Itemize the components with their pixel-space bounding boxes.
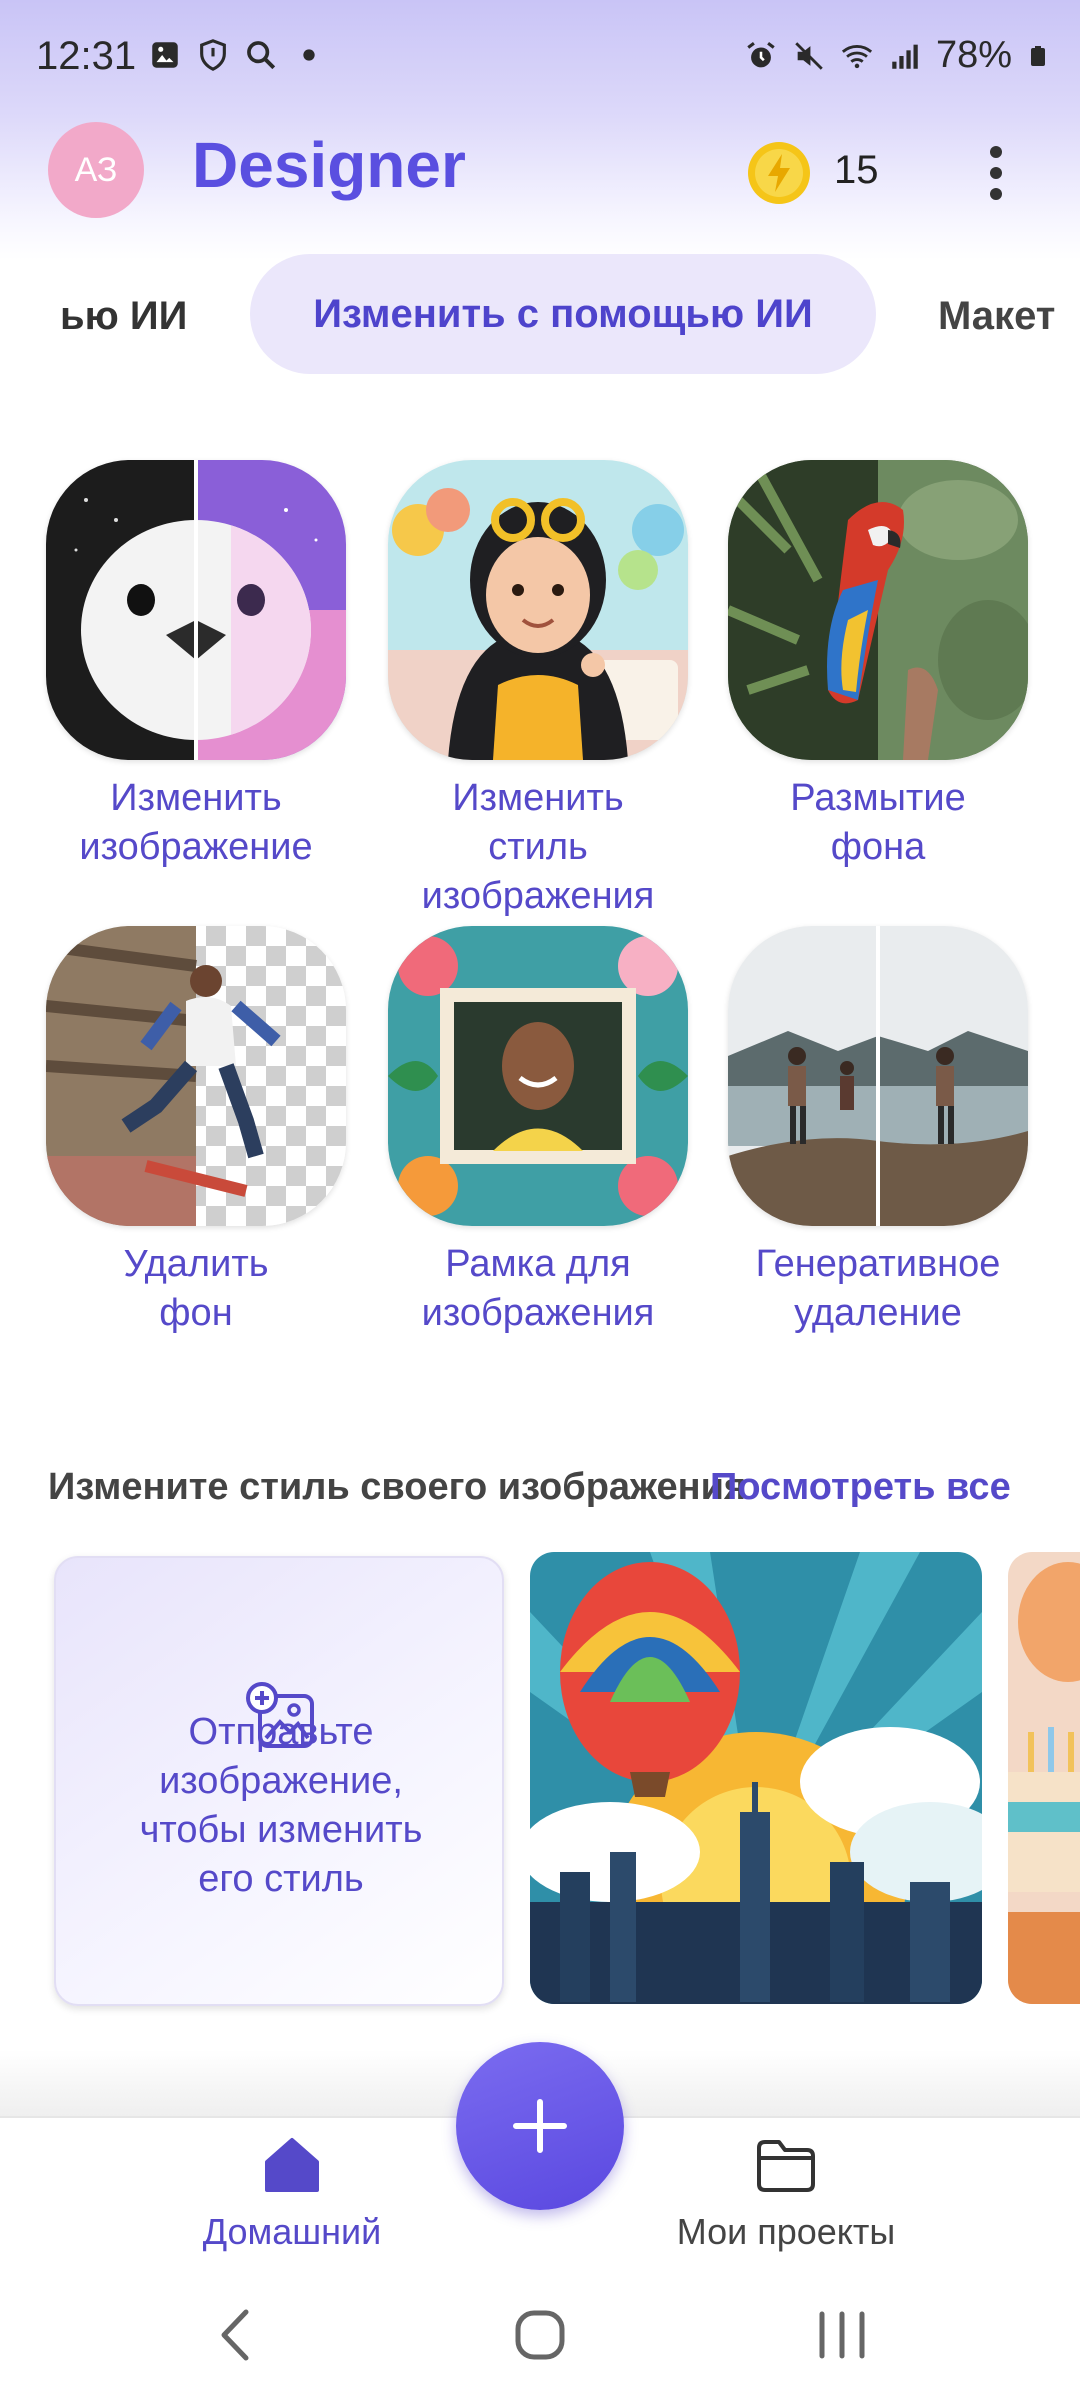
tool-label-line: фон (159, 1292, 233, 1334)
nav-my-projects-label: Мои проекты (676, 2211, 896, 2252)
tool-label-line: удаление (794, 1292, 962, 1334)
style-preset-clay-card[interactable] (1008, 1552, 1080, 2004)
home-circle-icon[interactable] (500, 2300, 580, 2370)
image-frame-thumbnail (388, 926, 688, 1226)
see-all-link[interactable]: Посмотреть все (710, 1466, 1011, 1509)
blur-background-thumbnail (728, 460, 1028, 760)
avatar[interactable]: АЗ (48, 122, 144, 218)
tool-label-line: Удалить (123, 1243, 269, 1285)
home-icon (265, 2138, 319, 2192)
tool-label-line: изображения (421, 1292, 655, 1334)
tool-label-line: фона (830, 826, 926, 868)
status-notification-icons (148, 38, 326, 72)
blur-background-label: Размытие фона (728, 774, 1028, 872)
tool-label-line: Изменить (110, 777, 282, 819)
upload-instructions: Отправьте изображение, чтобы изменить ег… (86, 1708, 476, 1904)
nav-home[interactable]: Домашний (132, 2130, 452, 2253)
tool-label-line: Изменить (452, 777, 624, 819)
tool-restyle-image[interactable]: Изменить стиль изображения (388, 460, 688, 921)
plus-icon (513, 2099, 567, 2153)
create-new-button[interactable] (456, 2042, 624, 2210)
app-title: Designer (192, 129, 466, 201)
wifi-icon (841, 44, 873, 68)
coin-icon[interactable] (746, 140, 812, 206)
upload-text-line: его стиль (198, 1858, 364, 1900)
tool-label-line: стиль (488, 826, 588, 868)
mute-icon (795, 41, 823, 70)
battery-percent: 78% (935, 34, 1012, 76)
image-frame-label: Рамка для изображения (388, 1240, 688, 1338)
tool-image-frame[interactable]: Рамка для изображения (388, 926, 688, 1338)
tool-label-line: Генеративное (755, 1243, 1001, 1285)
edit-image-thumbnail (46, 460, 346, 760)
tool-remove-background[interactable]: Удалить фон (46, 926, 346, 1338)
tool-label-line: изображение (79, 826, 313, 868)
status-time: 12:31 (36, 34, 137, 78)
tab-edit-with-ai-label: Изменить с помощью ИИ (313, 291, 813, 336)
pop-art-balloon-image (530, 1552, 982, 2004)
tab-edit-with-ai[interactable]: Изменить с помощью ИИ (250, 254, 876, 374)
battery-icon (1031, 45, 1045, 66)
edit-image-label: Изменить изображение (46, 774, 346, 872)
section-title: Измените стиль своего изображения (48, 1466, 747, 1508)
back-icon[interactable] (196, 2300, 276, 2370)
restyle-image-label: Изменить стиль изображения (388, 774, 688, 921)
more-options-icon[interactable] (976, 140, 1016, 206)
coin-count: 15 (834, 148, 879, 192)
nav-my-projects[interactable]: Мои проекты (626, 2130, 946, 2253)
upload-text-line: чтобы изменить (139, 1809, 423, 1851)
style-preset-pop-art-card[interactable] (530, 1552, 982, 2004)
recent-apps-icon[interactable] (802, 2300, 882, 2370)
upload-text-line: изображение, (159, 1760, 403, 1802)
remove-background-label: Удалить фон (46, 1240, 346, 1338)
tool-blur-background[interactable]: Размытие фона (728, 460, 1028, 872)
tool-label-line: Размытие (790, 777, 966, 819)
tool-edit-image[interactable]: Изменить изображение (46, 460, 346, 872)
upload-text-line: Отправьте (188, 1711, 374, 1753)
designer-home-screen: 12:31 78% АЗ Designer 15 ью ИИ Изменить … (0, 0, 1080, 2400)
generative-erase-label: Генеративное удаление (728, 1240, 1028, 1338)
status-bar: 12:31 78% (0, 0, 1080, 120)
signal-icon (892, 44, 918, 69)
remove-background-thumbnail (46, 926, 346, 1226)
restyle-image-thumbnail (388, 460, 688, 760)
tool-label-line: Рамка для (445, 1243, 631, 1285)
shield-icon (200, 39, 226, 71)
generative-erase-thumbnail (728, 926, 1028, 1226)
tool-generative-erase[interactable]: Генеративное удаление (728, 926, 1028, 1338)
status-system-icons: 78% (744, 34, 1050, 77)
tab-create-with-ai[interactable]: ью ИИ (60, 294, 187, 339)
dot-icon (303, 49, 315, 61)
search-icon (247, 41, 276, 70)
tool-label-line: изображения (421, 875, 655, 917)
upload-image-card[interactable]: Отправьте изображение, чтобы изменить ег… (54, 1556, 504, 2006)
nav-home-label: Домашний (202, 2211, 382, 2252)
alarm-icon (747, 41, 775, 67)
avatar-initials: АЗ (74, 150, 118, 189)
tab-layout[interactable]: Макет (938, 294, 1055, 339)
clay-party-image (1008, 1552, 1080, 2004)
gallery-icon (152, 42, 178, 68)
folder-icon (757, 2140, 815, 2192)
